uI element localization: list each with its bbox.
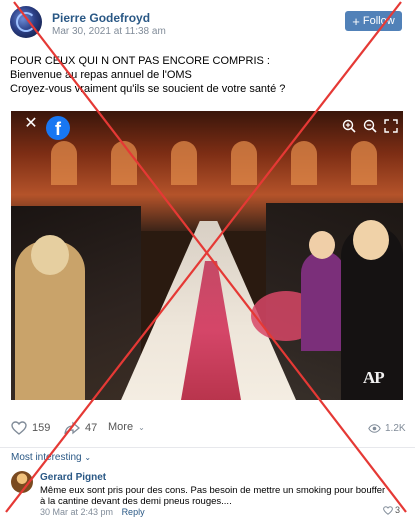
chevron-down-icon: ⌄: [84, 453, 92, 462]
fullscreen-icon[interactable]: [384, 119, 398, 133]
avatar-swirl-icon: [16, 12, 36, 32]
view-counter: 1.2K: [368, 423, 406, 434]
sort-label: Most interesting: [11, 452, 82, 463]
plus-icon: +: [352, 13, 360, 29]
comment-date[interactable]: 30 Mar at 2:43 pm: [40, 507, 113, 517]
like-button[interactable]: 159: [11, 421, 50, 435]
post-text-line: Bienvenue au repas annuel de l'OMS: [10, 69, 192, 81]
photo-arch: [291, 141, 317, 185]
post-text-line: Croyez-vous vraiment qu'ils se soucient …: [10, 83, 286, 95]
like-count: 159: [32, 422, 51, 434]
post-actions: 159 47 More ⌄ 1.2K: [0, 418, 415, 440]
view-count: 1.2K: [385, 423, 406, 434]
photo-arch: [51, 141, 77, 185]
comment-like-button[interactable]: 3: [383, 505, 400, 515]
facebook-icon[interactable]: f: [46, 116, 70, 140]
ap-watermark: AP: [363, 368, 385, 387]
comments-sort-dropdown[interactable]: Most interesting ⌄: [11, 452, 91, 463]
photo-guest-head: [353, 220, 389, 260]
share-count: 47: [85, 422, 98, 434]
photo-arch: [351, 141, 377, 185]
author-name[interactable]: Pierre Godefroyd: [52, 11, 150, 25]
comment-like-count: 3: [395, 505, 401, 515]
post-photo[interactable]: ✕ f AP: [11, 111, 403, 400]
author-avatar[interactable]: [10, 6, 42, 38]
photo-guest-head: [31, 235, 69, 275]
photo-arch: [231, 141, 257, 185]
close-icon[interactable]: ✕: [23, 116, 39, 132]
follow-button[interactable]: + Follow: [345, 11, 402, 31]
chevron-down-icon: ⌄: [138, 422, 145, 432]
comment-meta: 30 Mar at 2:43 pm Reply: [40, 507, 145, 517]
heart-icon: [383, 505, 393, 515]
post-text-line: POUR CEUX QUI N ONT PAS ENCORE COMPRIS :: [10, 55, 270, 67]
reply-link[interactable]: Reply: [122, 507, 145, 517]
photo-guest-head: [309, 231, 335, 259]
zoom-out-icon[interactable]: [363, 119, 377, 133]
share-button[interactable]: 47: [64, 421, 97, 435]
more-button[interactable]: More ⌄: [108, 421, 145, 433]
divider: [0, 447, 415, 448]
more-label: More: [108, 421, 134, 433]
photo-guest-left: [15, 235, 85, 400]
commenter-avatar[interactable]: [11, 471, 33, 493]
heart-icon: [11, 421, 27, 435]
share-icon: [64, 421, 80, 435]
post-date[interactable]: Mar 30, 2021 at 11:38 am: [52, 26, 166, 37]
post-text: POUR CEUX QUI N ONT PAS ENCORE COMPRIS :…: [10, 54, 405, 96]
comment-author[interactable]: Gerard Pignet: [40, 472, 106, 483]
photo-arch: [171, 141, 197, 185]
eye-icon: [368, 424, 381, 433]
comment-text: Même eux sont pris pour des cons. Pas be…: [40, 485, 386, 507]
post-header: Pierre Godefroyd Mar 30, 2021 at 11:38 a…: [0, 0, 415, 44]
photo-guest-purple-dress: [301, 231, 345, 351]
photo-arch: [111, 141, 137, 185]
zoom-in-icon[interactable]: [342, 119, 356, 133]
follow-label: Follow: [362, 15, 395, 27]
